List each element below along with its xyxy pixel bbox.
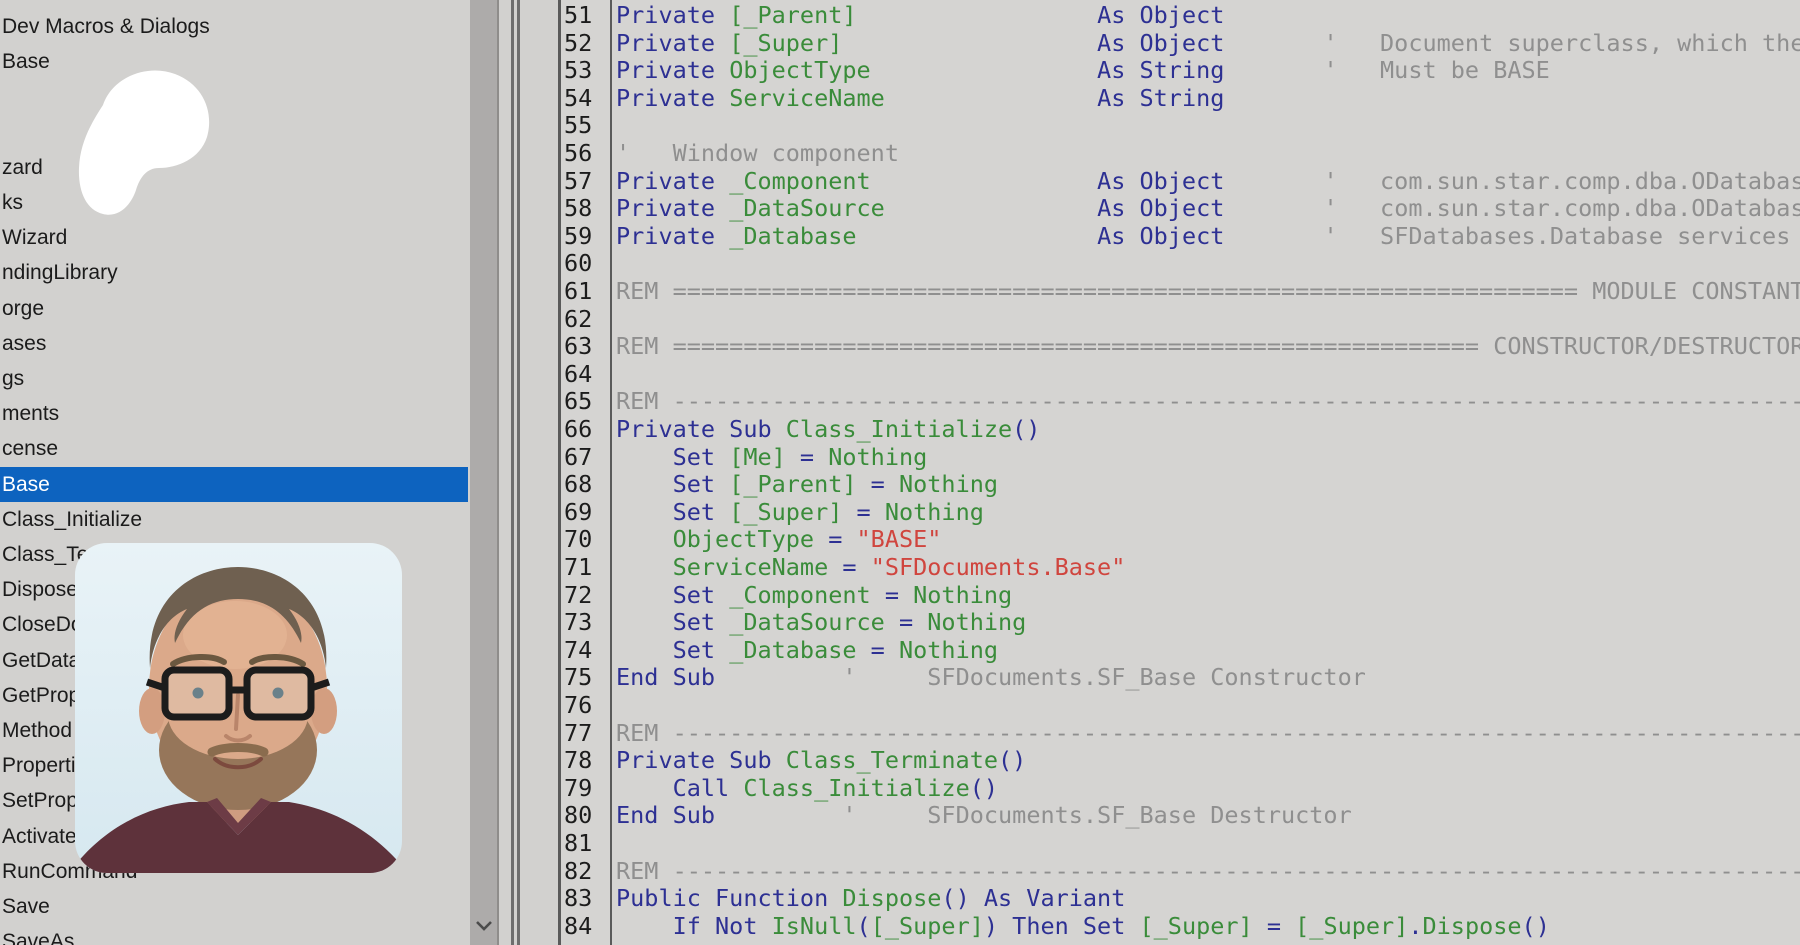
code-line-52: Private [_Super] As Object ' Document su… — [616, 30, 1800, 58]
code-line-61: REM ====================================… — [616, 278, 1800, 306]
line-number: 71 — [564, 554, 592, 582]
line-number: 81 — [564, 830, 592, 858]
line-number: 80 — [564, 802, 592, 830]
tree-item-dev-macros-dialogs[interactable]: Dev Macros & Dialogs — [0, 9, 470, 44]
code-line-66: Private Sub Class_Initialize() — [616, 416, 1040, 444]
line-number: 51 — [564, 2, 592, 30]
profile-photo — [75, 543, 402, 873]
tree-item-ndinglibrary[interactable]: ndingLibrary — [0, 256, 470, 291]
tree-item-save[interactable]: Save — [0, 889, 470, 924]
line-number: 72 — [564, 582, 592, 610]
code-line-67: Set [Me] = Nothing — [616, 444, 927, 472]
line-number: 69 — [564, 499, 592, 527]
tree-item-ases[interactable]: ases — [0, 326, 470, 361]
line-number: 67 — [564, 444, 592, 472]
line-number: 79 — [564, 775, 592, 803]
tree-item-wizard[interactable]: Wizard — [0, 221, 470, 256]
line-number: 59 — [564, 223, 592, 251]
line-number: 52 — [564, 30, 592, 58]
gutter-border — [610, 0, 612, 945]
line-number: 65 — [564, 388, 592, 416]
code-line-83: Public Function Dispose() As Variant — [616, 885, 1125, 913]
line-number: 74 — [564, 637, 592, 665]
line-number: 84 — [564, 913, 592, 941]
code-line-70: ObjectType = "BASE" — [616, 526, 941, 554]
line-number: 66 — [564, 416, 592, 444]
code-line-59: Private _Database As Object ' SFDatabase… — [616, 223, 1790, 251]
line-number: 62 — [564, 306, 592, 334]
code-line-58: Private _DataSource As Object ' com.sun.… — [616, 195, 1800, 223]
code-line-82: REM ------------------------------------… — [616, 858, 1800, 886]
line-number: 78 — [564, 747, 592, 775]
code-line-78: Private Sub Class_Terminate() — [616, 747, 1026, 775]
code-line-72: Set _Component = Nothing — [616, 582, 1012, 610]
code-line-54: Private ServiceName As String — [616, 85, 1224, 113]
line-number: 68 — [564, 471, 592, 499]
window-splitter[interactable] — [511, 0, 514, 945]
chevron-down-icon — [475, 918, 493, 936]
line-number: 53 — [564, 57, 592, 85]
code-line-75: End Sub ' SFDocuments.SF_Base Constructo… — [616, 664, 1366, 692]
code-line-77: REM ------------------------------------… — [616, 720, 1800, 748]
line-number: 83 — [564, 885, 592, 913]
line-number: 61 — [564, 278, 592, 306]
code-line-65: REM ------------------------------------… — [616, 388, 1800, 416]
tree-item-cense[interactable]: cense — [0, 432, 470, 467]
tree-item-base[interactable]: Base — [0, 467, 468, 502]
code-line-68: Set [_Parent] = Nothing — [616, 471, 998, 499]
sidebar-right-border — [497, 0, 499, 945]
line-number: 73 — [564, 609, 592, 637]
code-line-51: Private [_Parent] As Object — [616, 2, 1224, 30]
tree-item[interactable] — [0, 115, 470, 150]
code-line-63: REM ====================================… — [616, 333, 1800, 361]
tree-item-class-initialize[interactable]: Class_Initialize — [0, 502, 470, 537]
code-line-57: Private _Component As Object ' com.sun.s… — [616, 168, 1800, 196]
tree-item[interactable] — [0, 80, 470, 115]
line-number: 64 — [564, 361, 592, 389]
redaction-blob — [76, 64, 216, 220]
line-number: 77 — [564, 720, 592, 748]
tree-item-ks[interactable]: ks — [0, 185, 470, 220]
code-line-69: Set [_Super] = Nothing — [616, 499, 984, 527]
sidebar-scrollbar-track[interactable] — [470, 0, 497, 945]
scrollbar-down-button[interactable] — [470, 909, 497, 945]
line-number-gutter: 5152535455565758596061626364656667686970… — [564, 2, 608, 945]
code-line-79: Call Class_Initialize() — [616, 775, 998, 803]
tree-item-zard[interactable]: zard — [0, 150, 470, 185]
code-line-84: If Not IsNull([_Super]) Then Set [_Super… — [616, 913, 1550, 941]
code-line-53: Private ObjectType As String ' Must be B… — [616, 57, 1550, 85]
code-window-left-border — [558, 0, 561, 945]
line-number: 54 — [564, 85, 592, 113]
tree-item-gs[interactable]: gs — [0, 361, 470, 396]
line-number: 70 — [564, 526, 592, 554]
line-number: 58 — [564, 195, 592, 223]
tree-item-ments[interactable]: ments — [0, 397, 470, 432]
window-splitter-handle[interactable] — [517, 0, 520, 945]
tree-item-base[interactable]: Base — [0, 45, 470, 80]
code-line-56: ' Window component — [616, 140, 899, 168]
code-line-74: Set _Database = Nothing — [616, 637, 998, 665]
code-line-73: Set _DataSource = Nothing — [616, 609, 1026, 637]
tree-item-orge[interactable]: orge — [0, 291, 470, 326]
line-number: 82 — [564, 858, 592, 886]
line-number: 75 — [564, 664, 592, 692]
line-number: 63 — [564, 333, 592, 361]
tree-item-saveas[interactable]: SaveAs — [0, 925, 470, 945]
line-number: 60 — [564, 250, 592, 278]
line-number: 57 — [564, 168, 592, 196]
code-line-80: End Sub ' SFDocuments.SF_Base Destructor — [616, 802, 1352, 830]
line-number: 55 — [564, 112, 592, 140]
line-number: 56 — [564, 140, 592, 168]
code-editor[interactable]: Private [_Parent] As ObjectPrivate [_Sup… — [616, 2, 1800, 945]
code-line-71: ServiceName = "SFDocuments.Base" — [616, 554, 1125, 582]
line-number: 76 — [564, 692, 592, 720]
